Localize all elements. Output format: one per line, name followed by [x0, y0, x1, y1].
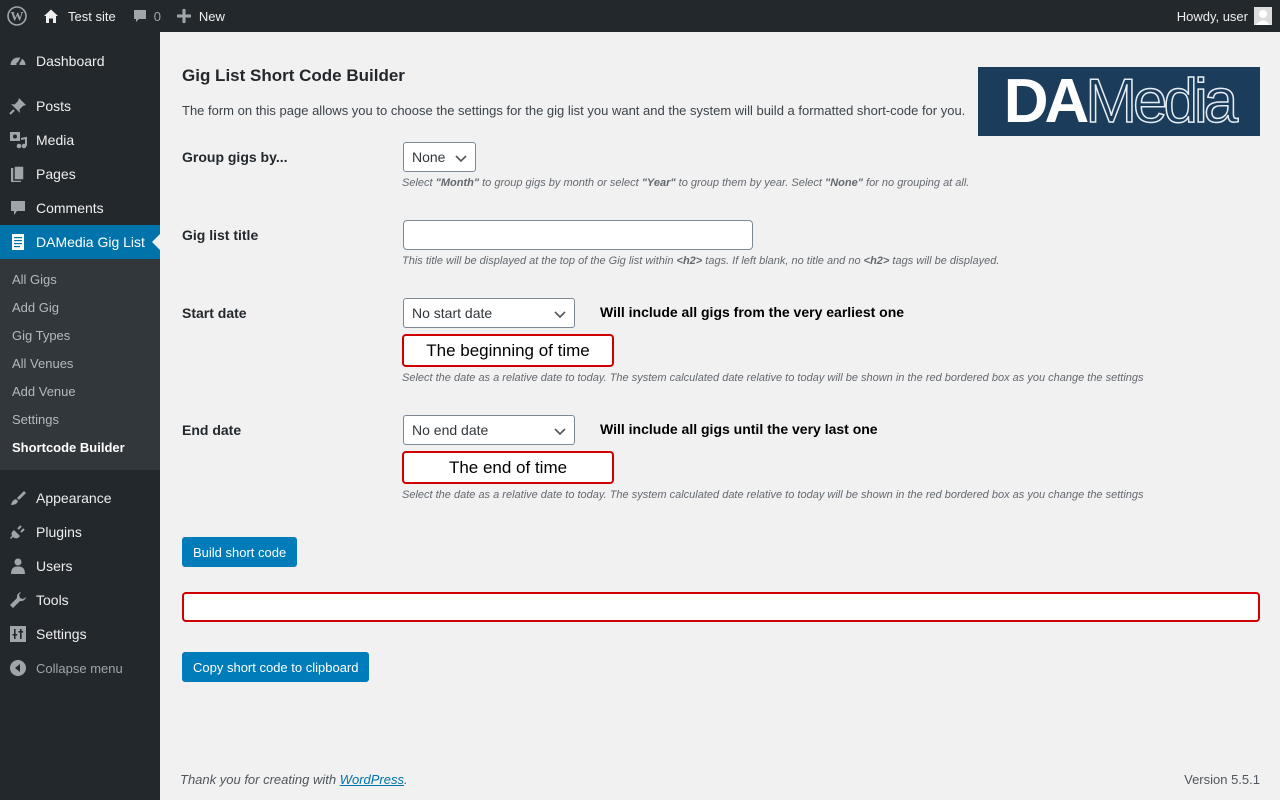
- pushpin-icon: [8, 96, 28, 116]
- wordpress-logo-icon[interactable]: W: [0, 0, 34, 32]
- avatar: [1254, 7, 1272, 25]
- comment-bubble-icon: [132, 8, 148, 24]
- menu-tools[interactable]: Tools: [0, 583, 160, 617]
- settings-icon: [8, 624, 28, 644]
- end-date-value: No end date: [412, 422, 489, 438]
- submenu-all-gigs[interactable]: All Gigs: [0, 266, 160, 294]
- dashboard-icon: [8, 51, 28, 71]
- gig-list-title-input[interactable]: [403, 220, 753, 250]
- start-date-select[interactable]: No start date: [403, 298, 575, 328]
- menu-appearance[interactable]: Appearance: [0, 481, 160, 515]
- end-date-label: End date: [182, 422, 242, 438]
- site-name: Test site: [68, 8, 116, 24]
- menu-pages[interactable]: Pages: [0, 157, 160, 191]
- group-gigs-select[interactable]: None: [403, 142, 476, 172]
- group-gigs-label: Group gigs by...: [182, 149, 288, 165]
- submenu-all-venues[interactable]: All Venues: [0, 350, 160, 378]
- wordpress-link[interactable]: WordPress: [340, 772, 404, 787]
- admin-sidebar: Dashboard Posts Media Pages Comments DAM…: [0, 32, 160, 800]
- footer-thanks: Thank you for creating with WordPress.: [180, 772, 408, 787]
- home-icon: [42, 7, 60, 25]
- submenu-add-gig[interactable]: Add Gig: [0, 294, 160, 322]
- submenu-gig-types[interactable]: Gig Types: [0, 322, 160, 350]
- gig-list-title-description: This title will be displayed at the top …: [402, 255, 1000, 267]
- menu-posts[interactable]: Posts: [0, 89, 160, 123]
- collapse-label: Collapse menu: [36, 660, 123, 676]
- menu-label: Media: [36, 132, 75, 148]
- paintbrush-icon: [8, 488, 28, 508]
- menu-media[interactable]: Media: [0, 123, 160, 157]
- start-date-computed-box: The beginning of time: [402, 334, 614, 367]
- end-date-computed-box: The end of time: [402, 451, 614, 484]
- page-title: Gig List Short Code Builder: [182, 66, 405, 85]
- comment-icon: [8, 198, 28, 218]
- page-intro: The form on this page allows you to choo…: [182, 103, 966, 118]
- menu-label: Pages: [36, 166, 76, 182]
- menu-label: Settings: [36, 626, 87, 642]
- start-date-description: Select the date as a relative date to to…: [402, 372, 1144, 384]
- menu-dashboard[interactable]: Dashboard: [0, 44, 160, 78]
- menu-label: Comments: [36, 200, 104, 216]
- collapse-menu-button[interactable]: Collapse menu: [0, 651, 160, 685]
- menu-label: Tools: [36, 592, 69, 608]
- comments-count: 0: [153, 8, 161, 24]
- chevron-down-icon: [455, 151, 467, 163]
- wrench-icon: [8, 590, 28, 610]
- end-date-description: Select the date as a relative date to to…: [402, 489, 1144, 501]
- menu-plugins[interactable]: Plugins: [0, 515, 160, 549]
- new-label: New: [198, 8, 225, 24]
- start-date-label: Start date: [182, 305, 247, 321]
- site-name-link[interactable]: Test site: [34, 0, 124, 32]
- plugin-icon: [8, 522, 28, 542]
- short-code-output[interactable]: [182, 592, 1260, 622]
- howdy-text: Howdy, user: [1176, 8, 1248, 24]
- comments-link[interactable]: 0: [124, 0, 169, 32]
- menu-damedia-gig-list[interactable]: DAMedia Gig List: [0, 225, 160, 259]
- plus-icon: [176, 9, 191, 23]
- menu-label: Users: [36, 558, 73, 574]
- gig-list-submenu: All Gigs Add Gig Gig Types All Venues Ad…: [0, 259, 160, 470]
- logo-media: Media: [1085, 67, 1239, 136]
- logo-da: DA: [1003, 67, 1090, 136]
- admin-bar: W Test site 0 New Howdy, user: [0, 0, 1280, 32]
- chevron-down-icon: [554, 307, 566, 319]
- menu-comments[interactable]: Comments: [0, 191, 160, 225]
- submenu-add-venue[interactable]: Add Venue: [0, 378, 160, 406]
- users-icon: [8, 556, 28, 576]
- start-date-value: No start date: [412, 305, 493, 321]
- menu-settings[interactable]: Settings: [0, 617, 160, 651]
- end-date-select[interactable]: No end date: [403, 415, 575, 445]
- gig-list-title-label: Gig list title: [182, 227, 259, 243]
- menu-label: Appearance: [36, 490, 112, 506]
- start-date-note: Will include all gigs from the very earl…: [600, 304, 905, 320]
- media-icon: [8, 130, 28, 150]
- end-date-note: Will include all gigs until the very las…: [600, 421, 878, 437]
- menu-label: DAMedia Gig List: [36, 234, 145, 250]
- menu-label: Posts: [36, 98, 72, 114]
- my-account-link[interactable]: Howdy, user: [1169, 0, 1280, 32]
- svg-text:W: W: [11, 9, 24, 24]
- menu-users[interactable]: Users: [0, 549, 160, 583]
- document-icon: [8, 232, 28, 252]
- damedia-logo: DA Media: [978, 67, 1260, 136]
- build-short-code-button[interactable]: Build short code: [182, 537, 298, 567]
- menu-label: Dashboard: [36, 53, 105, 69]
- submenu-shortcode-builder[interactable]: Shortcode Builder: [0, 434, 160, 462]
- new-content-link[interactable]: New: [169, 0, 233, 32]
- pages-icon: [8, 164, 28, 184]
- group-gigs-value: None: [412, 149, 446, 165]
- group-gigs-description: Select "Month" to group gigs by month or…: [402, 177, 970, 189]
- submenu-settings[interactable]: Settings: [0, 406, 160, 434]
- menu-label: Plugins: [36, 524, 82, 540]
- chevron-down-icon: [554, 424, 566, 436]
- copy-short-code-button[interactable]: Copy short code to clipboard: [182, 652, 370, 682]
- footer-version: Version 5.5.1: [1184, 772, 1260, 787]
- collapse-arrow-icon: [8, 658, 28, 678]
